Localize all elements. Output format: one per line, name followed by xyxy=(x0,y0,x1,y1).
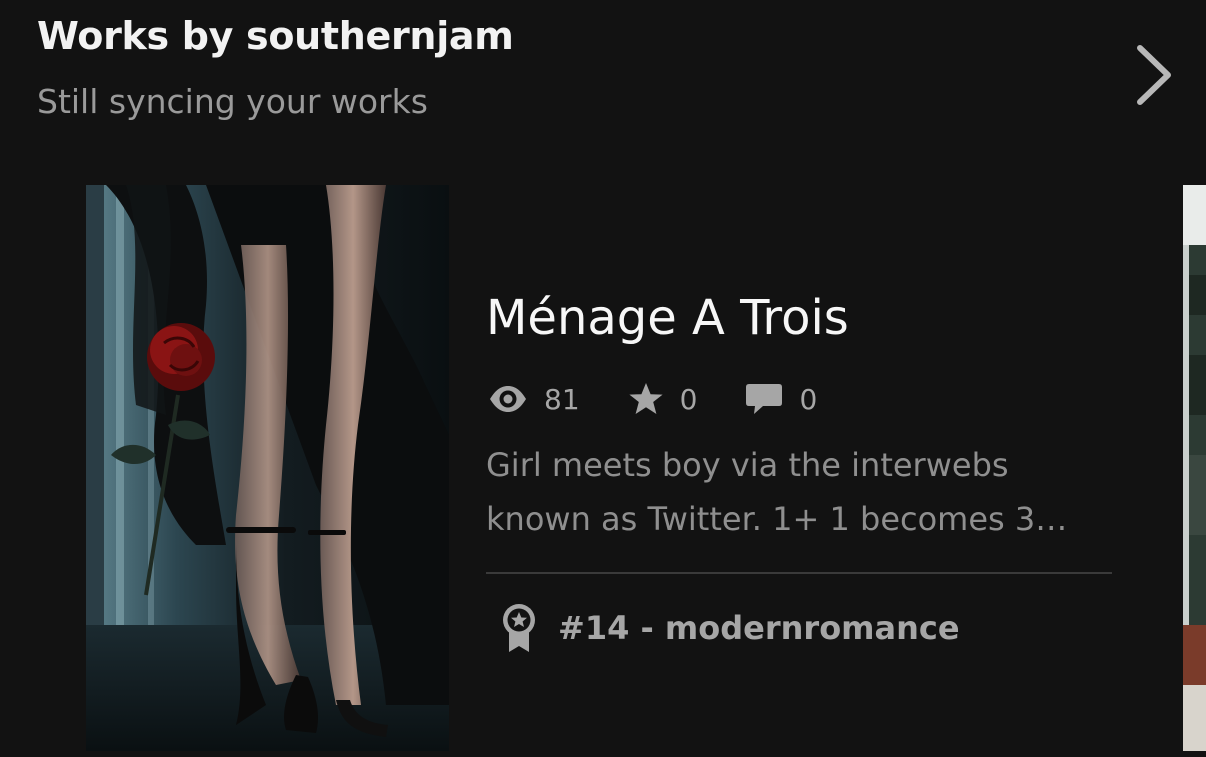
comment-icon xyxy=(746,384,783,414)
description-line: known as Twitter. 1+ 1 becomes 3… xyxy=(486,500,1068,538)
views-count: 81 xyxy=(544,382,580,416)
eye-icon xyxy=(490,386,526,412)
story-cover-image[interactable] xyxy=(86,185,449,751)
votes-stat: 0 xyxy=(628,382,698,416)
section-title: Works by southernjam xyxy=(37,14,514,58)
story-stats: 81 0 0 xyxy=(488,378,865,420)
ranking-tag[interactable]: #14 - modernromance xyxy=(500,600,960,656)
star-icon xyxy=(629,383,663,414)
award-badge-icon xyxy=(503,604,535,652)
divider xyxy=(486,572,1112,574)
comments-stat: 0 xyxy=(745,382,817,416)
comments-count: 0 xyxy=(799,382,818,416)
works-screen: Works by southernjam Still syncing your … xyxy=(0,0,1206,757)
description-line: Girl meets boy via the interwebs xyxy=(486,446,1009,484)
story-card[interactable]: Ménage A Trois 81 0 0 Girl meets boy via… xyxy=(0,185,1180,757)
next-story-cover[interactable] xyxy=(1183,185,1206,751)
story-description: Girl meets boy via the interwebs known a… xyxy=(486,438,1116,546)
chevron-right-icon[interactable] xyxy=(1128,40,1180,110)
views-stat: 81 xyxy=(488,383,580,416)
ranking-label: #14 - modernromance xyxy=(558,609,960,647)
story-title[interactable]: Ménage A Trois xyxy=(486,290,849,346)
votes-count: 0 xyxy=(679,382,698,416)
sync-status: Still syncing your works xyxy=(37,82,428,121)
